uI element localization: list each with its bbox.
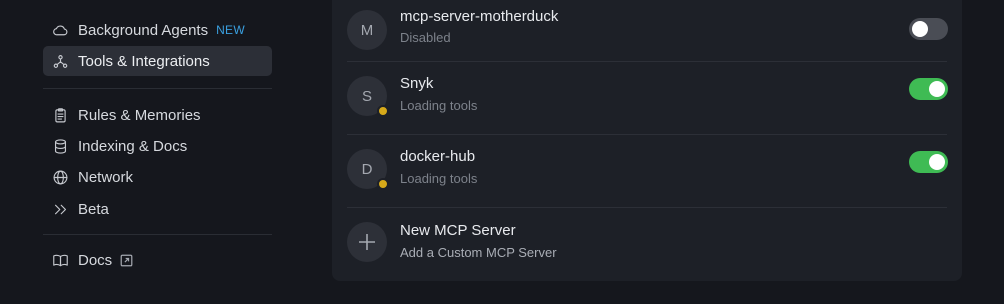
plus-icon <box>347 222 387 262</box>
sidebar-item-label: Rules & Memories <box>78 106 201 124</box>
sidebar-item-label: Network <box>78 168 134 186</box>
toggle-knob <box>929 81 945 97</box>
mcp-servers-panel: M mcp-server-motherduck Disabled S Snyk … <box>332 0 962 281</box>
loading-status-dot <box>377 105 389 117</box>
mcp-server-row[interactable]: S Snyk Loading tools <box>347 62 948 134</box>
external-link-icon <box>120 254 133 267</box>
sidebar-item-label: Docs <box>78 251 113 269</box>
server-avatar: D <box>347 149 389 190</box>
server-enable-toggle[interactable] <box>909 151 948 173</box>
sidebar-divider <box>43 88 272 89</box>
sidebar-item-beta[interactable]: Beta <box>43 194 272 224</box>
new-server-title: New MCP Server <box>400 222 516 239</box>
sidebar-item-label: Beta <box>78 200 109 218</box>
sidebar-item-tools-integrations[interactable]: Tools & Integrations <box>43 46 272 76</box>
sidebar-divider <box>43 234 272 235</box>
settings-sidebar: Background Agents NEW Tools & Integratio… <box>0 0 290 304</box>
loading-status-dot <box>377 178 389 190</box>
chevrons-right-icon <box>51 200 69 218</box>
server-status: Disabled <box>400 30 451 45</box>
database-icon <box>51 137 69 155</box>
sidebar-item-background-agents[interactable]: Background Agents NEW <box>43 15 272 45</box>
nodes-icon <box>51 52 69 70</box>
cloud-icon <box>51 21 69 39</box>
server-initial: S <box>361 87 372 105</box>
book-icon <box>51 251 69 269</box>
clipboard-icon <box>51 106 69 124</box>
settings-window: Background Agents NEW Tools & Integratio… <box>0 0 1004 304</box>
server-status: Loading tools <box>400 171 478 186</box>
globe-icon <box>51 168 69 186</box>
server-enable-toggle[interactable] <box>909 78 948 100</box>
mcp-server-row[interactable]: D docker-hub Loading tools <box>347 135 948 207</box>
new-server-subtitle: Add a Custom MCP Server <box>400 245 557 260</box>
server-avatar: M <box>347 10 387 50</box>
server-initial: D <box>361 160 373 178</box>
toggle-knob <box>912 21 928 37</box>
sidebar-item-indexing-docs[interactable]: Indexing & Docs <box>43 131 272 161</box>
new-mcp-server-button[interactable]: New MCP Server Add a Custom MCP Server <box>347 208 947 280</box>
server-name: docker-hub <box>400 148 476 165</box>
server-avatar: S <box>347 76 389 117</box>
server-name: mcp-server-motherduck <box>400 8 559 25</box>
sidebar-item-label: Background Agents <box>78 21 209 39</box>
sidebar-item-label: Tools & Integrations <box>78 52 210 70</box>
toggle-knob <box>929 154 945 170</box>
server-enable-toggle[interactable] <box>909 18 948 40</box>
server-initial: M <box>360 21 374 39</box>
sidebar-item-docs[interactable]: Docs <box>43 245 272 275</box>
sidebar-item-network[interactable]: Network <box>43 162 272 192</box>
sidebar-item-label: Indexing & Docs <box>78 137 188 155</box>
server-name: Snyk <box>400 75 434 92</box>
server-status: Loading tools <box>400 98 478 113</box>
sidebar-item-rules-memories[interactable]: Rules & Memories <box>43 100 272 130</box>
new-badge: NEW <box>216 23 245 37</box>
